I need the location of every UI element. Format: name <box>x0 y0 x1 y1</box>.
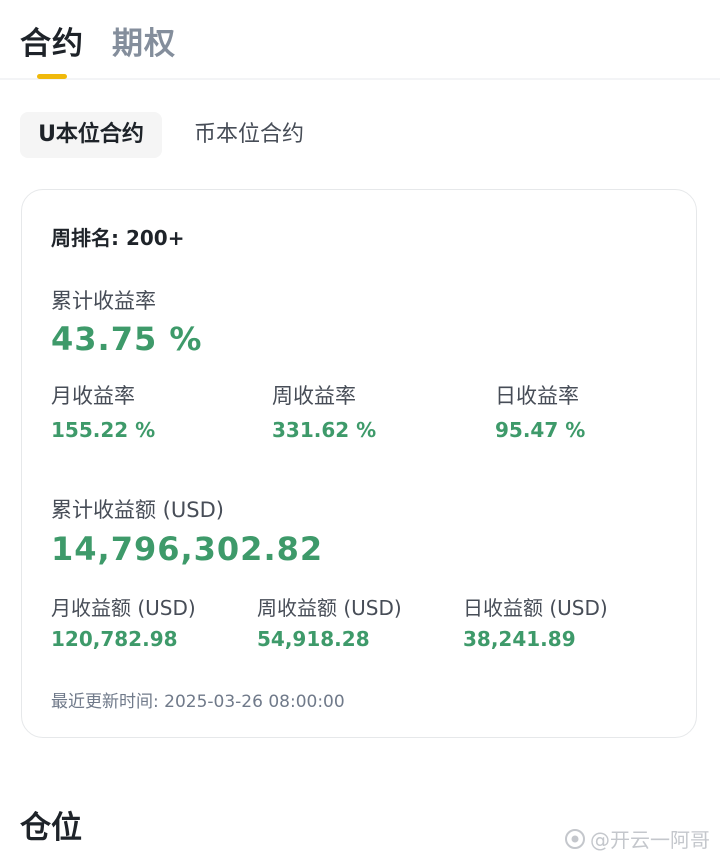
monthly-rate-label: 月收益率 <box>51 384 135 408</box>
weekly-amount-label: 周收益额 (USD) <box>257 596 402 620</box>
daily-rate-label: 日收益率 <box>495 384 579 408</box>
watermark-logo-icon <box>564 828 586 850</box>
cumulative-rate-label: 累计收益率 <box>51 289 156 313</box>
watermark-text: @开云一阿哥 <box>590 828 710 852</box>
daily-rate-value: 95.47 % <box>495 418 586 442</box>
top-tab-bar: 合约 期权 <box>0 0 720 80</box>
daily-amount-label: 日收益额 (USD) <box>463 596 608 620</box>
monthly-amount-label: 月收益额 (USD) <box>51 596 196 620</box>
weekly-amount-value: 54,918.28 <box>257 627 370 651</box>
tab-contracts[interactable]: 合约 <box>20 18 84 63</box>
daily-amount-value: 38,241.89 <box>463 627 576 651</box>
monthly-amount-value: 120,782.98 <box>51 627 178 651</box>
weekly-rate-value: 331.62 % <box>272 418 377 442</box>
subtab-usdt-margined[interactable]: U本位合约 <box>20 112 162 158</box>
monthly-rate-value: 155.22 % <box>51 418 156 442</box>
tab-options[interactable]: 期权 <box>112 18 176 63</box>
active-tab-indicator <box>37 74 67 79</box>
subtab-coin-margined[interactable]: 币本位合约 <box>194 112 304 158</box>
cumulative-amount-label: 累计收益额 (USD) <box>51 498 224 522</box>
page: 合约 期权 U本位合约 币本位合约 周排名: 200+ 累计收益率 43.75 … <box>0 0 720 865</box>
watermark: @开云一阿哥 <box>564 824 710 853</box>
weekly-rate-label: 周收益率 <box>272 384 356 408</box>
positions-section-title: 仓位 <box>20 810 82 846</box>
cumulative-amount-value: 14,796,302.82 <box>51 530 324 568</box>
performance-card: 周排名: 200+ 累计收益率 43.75 % 月收益率 155.22 % 周收… <box>21 189 697 738</box>
cumulative-rate-value: 43.75 % <box>51 320 203 358</box>
last-updated-time: 最近更新时间: 2025-03-26 08:00:00 <box>51 692 345 712</box>
weekly-rank: 周排名: 200+ <box>51 226 185 250</box>
